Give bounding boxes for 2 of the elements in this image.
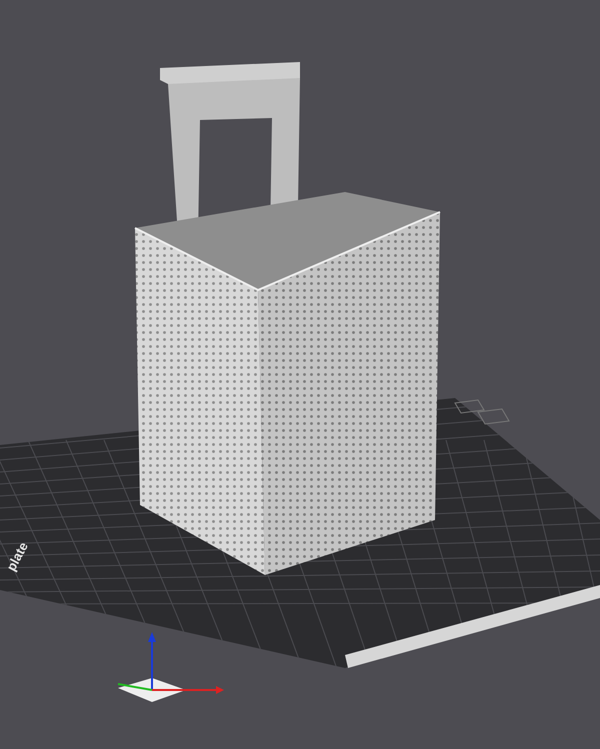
plate-icon [454,399,510,425]
plate-label: plate [3,540,31,574]
